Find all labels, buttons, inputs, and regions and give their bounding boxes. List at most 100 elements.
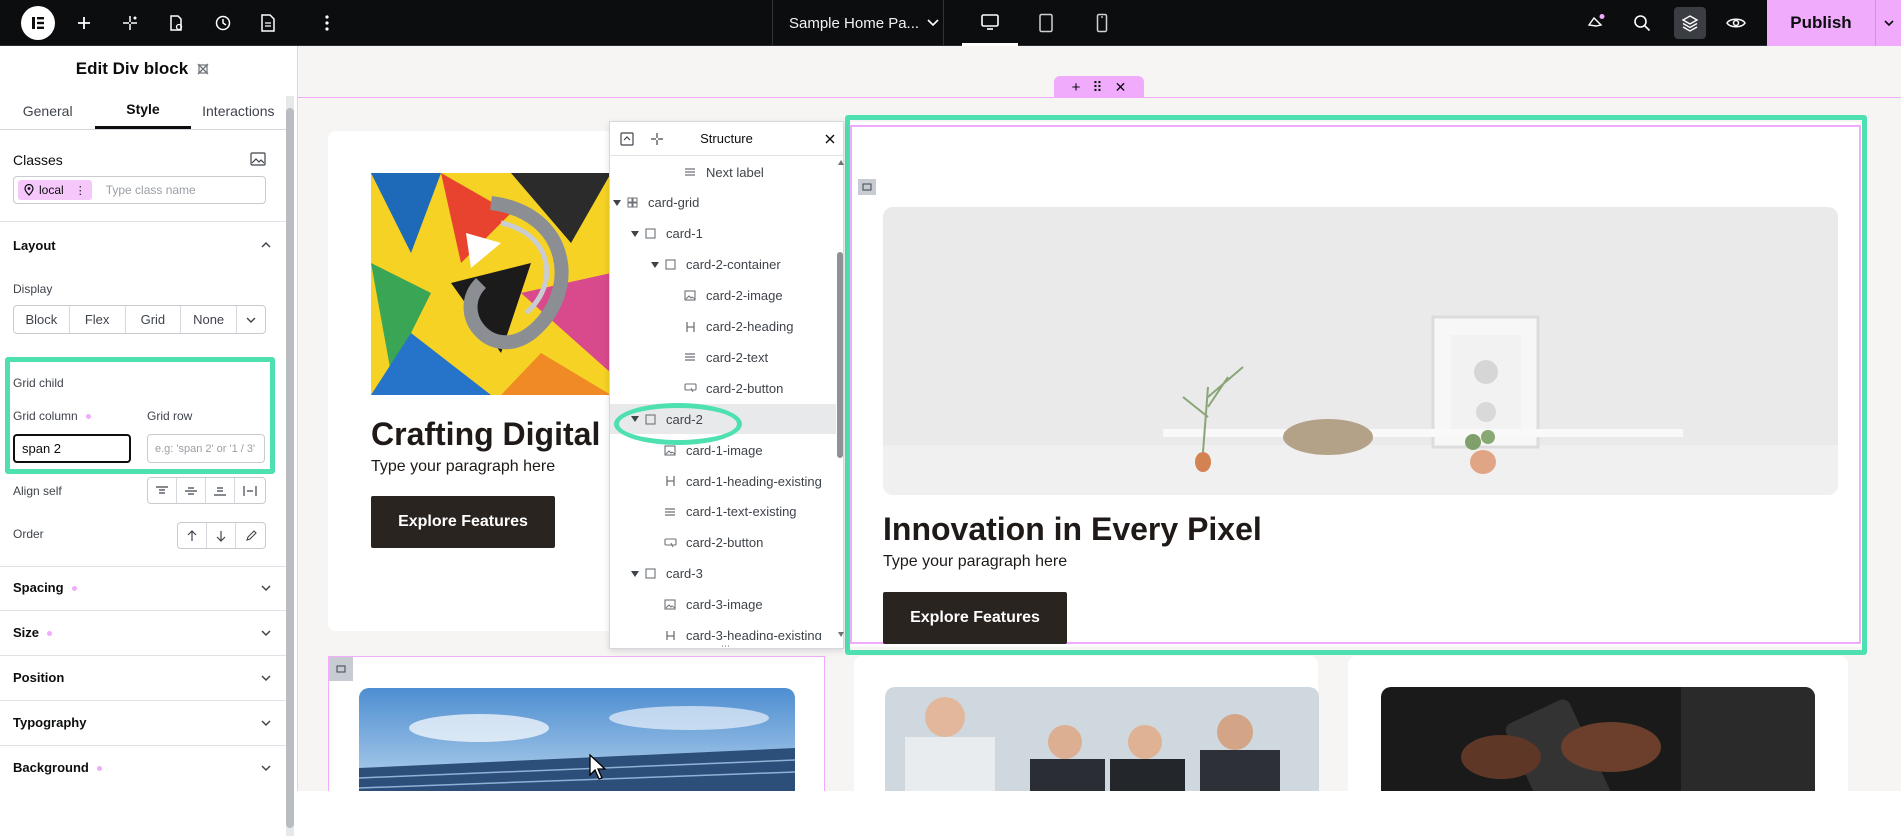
chevron-down-icon[interactable] [259,671,273,685]
location-pin-icon [24,184,34,196]
layers-icon[interactable] [1674,7,1706,39]
text-icon [682,352,698,362]
panel-title-text: Edit Div block [75,59,189,78]
text-icon [682,167,698,177]
background-section-header[interactable]: Background [13,760,102,775]
add-icon[interactable] [70,9,98,37]
tab-style[interactable]: Style [95,92,191,129]
more-vertical-icon[interactable] [313,9,341,37]
ai-sparkle-icon[interactable] [116,9,144,37]
order-group [177,522,266,549]
desktop-icon[interactable] [962,0,1018,46]
section-handle[interactable]: + ⠿ ✕ [1054,76,1144,98]
mobile-icon[interactable] [1074,0,1130,46]
resize-handle-icon[interactable]: ⋯ [721,641,730,652]
close-icon[interactable] [825,134,835,144]
document-icon[interactable] [254,9,282,37]
display-more-chevron-icon[interactable] [237,306,265,333]
display-block-button[interactable]: Block [14,306,70,333]
card-1-explore-button[interactable]: Explore Features [371,496,555,548]
structure-item[interactable]: card-2-button [610,373,836,403]
add-section-icon[interactable]: + [1072,79,1081,96]
spacing-section-header[interactable]: Spacing [13,580,77,595]
panel-scrollbar-thumb[interactable] [286,108,294,828]
chevron-up-icon[interactable] [259,238,273,252]
image-library-icon[interactable] [250,152,266,166]
align-end-icon[interactable] [206,478,235,503]
card-3-image [359,688,795,791]
classes-input[interactable]: local ⋮ Type class name [13,176,266,204]
card-1-heading[interactable]: Crafting Digital E [371,416,631,453]
structure-item[interactable]: Next label [610,157,836,187]
layout-section-header[interactable]: Layout [13,238,56,253]
structure-item[interactable]: card-3 [610,559,836,589]
editor-canvas[interactable]: + ⠿ ✕ Crafting Digital E Type your parag… [298,46,1901,791]
publish-options-chevron-icon[interactable] [1875,0,1901,46]
div-block-badge-icon[interactable] [329,657,353,681]
structure-item[interactable]: card-1 [610,219,836,249]
align-start-icon[interactable] [148,478,177,503]
display-label: Display [13,282,53,296]
display-grid-button[interactable]: Grid [126,306,182,333]
structure-item[interactable]: card-3-image [610,590,836,620]
card-4[interactable] [854,656,1319,791]
structure-item-label: card-3 [666,566,703,582]
chevron-down-icon[interactable] [259,626,273,640]
chevron-down-icon[interactable] [259,581,273,595]
card-1-text[interactable]: Type your paragraph here [371,458,555,476]
align-center-icon[interactable] [177,478,206,503]
expand-caret-icon[interactable] [628,570,642,577]
align-self-label: Align self [13,484,62,498]
delete-section-icon[interactable]: ✕ [1115,79,1127,96]
card-5[interactable] [1348,656,1848,791]
button-icon [662,538,678,548]
chip-menu-icon[interactable]: ⋮ [75,184,86,197]
tablet-icon[interactable] [1018,0,1074,46]
order-custom-pencil-icon[interactable] [236,523,265,548]
size-section-header[interactable]: Size [13,625,53,640]
drag-handle-icon[interactable]: ⠿ [1092,79,1102,96]
expand-caret-icon[interactable] [648,261,662,268]
chevron-down-icon[interactable] [259,761,273,775]
order-first-arrow-up-icon[interactable] [178,523,207,548]
elementor-logo-icon[interactable] [21,6,55,40]
structure-scrollbar[interactable] [837,160,844,642]
page-settings-icon[interactable] [162,9,190,37]
structure-item[interactable]: card-2-button [610,528,836,558]
typography-section-header[interactable]: Typography [13,715,86,730]
order-last-arrow-down-icon[interactable] [207,523,236,548]
structure-item[interactable]: card-2-container [610,250,836,280]
card-1-image [371,173,611,395]
expand-caret-icon[interactable] [610,199,624,206]
display-flex-button[interactable]: Flex [70,306,126,333]
expand-caret-icon[interactable] [628,230,642,237]
publish-button[interactable]: Publish [1767,0,1875,46]
structure-item[interactable]: card-grid [610,188,836,218]
structure-item[interactable]: card-2-text [610,342,836,372]
card-2-highlight [845,115,1867,655]
display-none-button[interactable]: None [181,306,237,333]
structure-tree: Next label card-grid card-1 card-2-containe… [610,156,836,640]
align-stretch-icon[interactable] [235,478,264,503]
class-chip-local[interactable]: local ⋮ [18,180,92,200]
search-icon[interactable] [1628,9,1656,37]
chevron-down-icon[interactable] [259,716,273,730]
tab-interactions[interactable]: Interactions [191,92,286,129]
whats-new-icon[interactable] [1582,9,1610,37]
card-3[interactable] [328,656,825,791]
page-selector[interactable]: Sample Home Pa... [772,0,944,46]
structure-item-label: card-1-image [686,442,763,458]
structure-item[interactable]: card-2-heading [610,312,836,342]
tab-general[interactable]: General [0,92,95,129]
structure-item[interactable]: card-3-heading-existing [610,621,836,640]
position-section-header[interactable]: Position [13,670,64,685]
structure-item-label: Next label [706,164,764,180]
ai-sparkle-icon[interactable] [650,132,664,146]
history-icon[interactable] [209,9,237,37]
structure-item[interactable]: card-1-heading-existing [610,466,836,496]
preview-eye-icon[interactable] [1722,9,1750,37]
structure-item[interactable]: card-2-image [610,281,836,311]
structure-item[interactable]: card-1-text-existing [610,497,836,527]
mouse-cursor-icon [589,754,607,780]
collapse-all-icon[interactable] [620,132,634,146]
